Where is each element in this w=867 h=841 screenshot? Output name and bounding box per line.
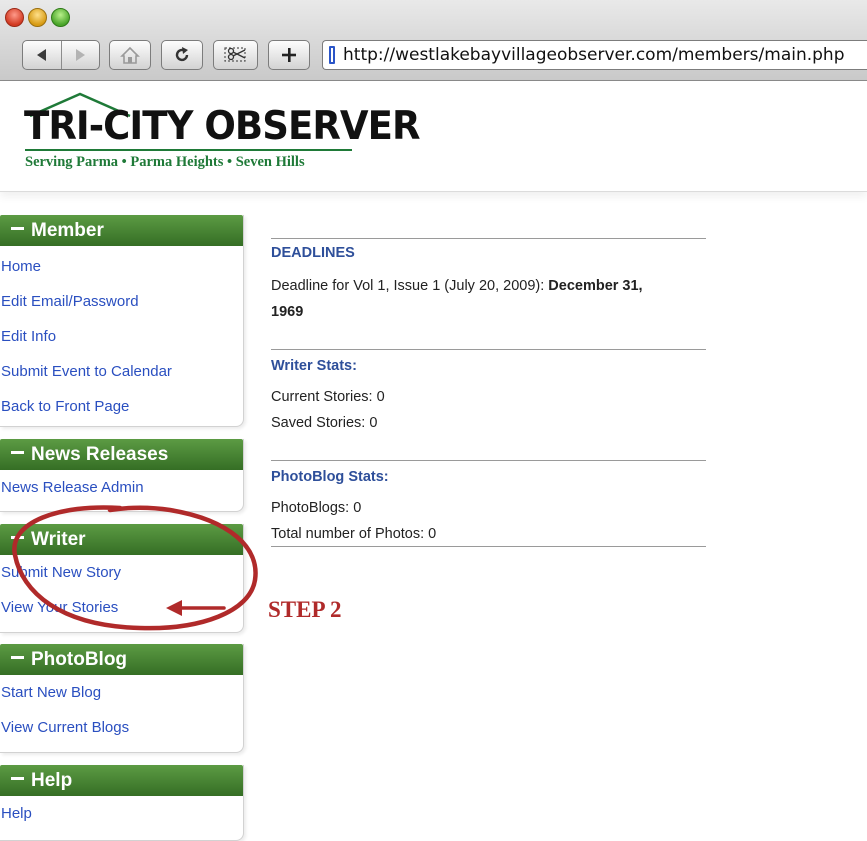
- help-box-header: Help: [0, 765, 243, 796]
- divider: [271, 546, 706, 547]
- photoblog-box: PhotoBlog Start New Blog View Current Bl…: [0, 644, 244, 753]
- minimize-window-icon[interactable]: [28, 8, 47, 27]
- current-stories-stat: Current Stories: 0: [271, 389, 385, 405]
- annotation-circle-icon: [12, 505, 258, 631]
- member-box: Member Home Edit Email/Password Edit Inf…: [0, 215, 244, 427]
- site-logo[interactable]: TRI-CITY OBSERVER Serving Parma • Parma …: [18, 91, 421, 176]
- divider: [271, 349, 706, 350]
- snip-icon: [223, 47, 246, 62]
- logo-rule: [25, 149, 352, 151]
- zoom-window-icon[interactable]: [51, 8, 70, 27]
- logo-tagline: Serving Parma • Parma Heights • Seven Hi…: [25, 154, 305, 170]
- back-forward-buttons: [22, 40, 100, 70]
- step-label: STEP 2: [268, 597, 342, 622]
- deadline-label: Deadline for Vol 1, Issue 1 (July 20, 20…: [271, 278, 549, 294]
- nav-link-help[interactable]: Help: [0, 796, 243, 831]
- news-releases-box-header: News Releases: [0, 439, 243, 470]
- nav-link-home[interactable]: Home: [0, 249, 243, 284]
- nav-link-edit-email-password[interactable]: Edit Email/Password: [0, 284, 243, 319]
- forward-button[interactable]: [61, 41, 99, 69]
- close-window-icon[interactable]: [5, 8, 24, 27]
- url-text: http://westlakebayvillageobserver.com/me…: [343, 45, 845, 65]
- nav-link-submit-event[interactable]: Submit Event to Calendar: [0, 354, 243, 389]
- member-box-header: Member: [0, 215, 243, 246]
- back-icon: [37, 49, 46, 61]
- home-button[interactable]: [109, 40, 151, 70]
- logo-title: TRI-CITY OBSERVER: [24, 104, 421, 149]
- deadlines-title: DEADLINES: [271, 245, 355, 261]
- collapse-icon[interactable]: [11, 656, 24, 660]
- forward-icon: [76, 49, 85, 61]
- news-releases-box-title: News Releases: [31, 444, 169, 465]
- page-icon: [329, 46, 335, 64]
- collapse-icon[interactable]: [11, 227, 24, 231]
- photoblog-box-title: PhotoBlog: [31, 649, 128, 670]
- divider: [271, 238, 706, 239]
- nav-link-edit-info[interactable]: Edit Info: [0, 319, 243, 354]
- nav-link-start-new-blog[interactable]: Start New Blog: [0, 675, 243, 710]
- site-header: TRI-CITY OBSERVER Serving Parma • Parma …: [0, 81, 867, 192]
- deadline-line-cont: 1969: [271, 304, 303, 320]
- reload-icon: [175, 47, 189, 62]
- snip-button[interactable]: [213, 40, 258, 70]
- home-icon: [120, 46, 140, 64]
- deadline-line: Deadline for Vol 1, Issue 1 (July 20, 20…: [271, 278, 643, 294]
- photoblog-stats-title: PhotoBlog Stats:: [271, 469, 389, 485]
- help-box: Help Help: [0, 765, 244, 841]
- nav-link-back-to-front-page[interactable]: Back to Front Page: [0, 389, 243, 424]
- member-box-title: Member: [31, 220, 104, 241]
- browser-toolbar: http://westlakebayvillageobserver.com/me…: [0, 0, 867, 81]
- deadline-date: December 31,: [548, 278, 643, 294]
- collapse-icon[interactable]: [11, 777, 24, 781]
- add-bookmark-icon: [282, 48, 296, 62]
- help-box-title: Help: [31, 770, 73, 791]
- reload-button[interactable]: [161, 40, 203, 70]
- saved-stories-stat: Saved Stories: 0: [271, 415, 378, 431]
- address-bar[interactable]: http://westlakebayvillageobserver.com/me…: [322, 40, 867, 70]
- writer-stats-title: Writer Stats:: [271, 358, 357, 374]
- deadline-year: 1969: [271, 304, 304, 320]
- photoblog-box-header: PhotoBlog: [0, 644, 243, 675]
- back-button[interactable]: [23, 41, 62, 69]
- add-bookmark-button[interactable]: [268, 40, 310, 70]
- arrowhead-icon: [166, 600, 182, 616]
- divider: [271, 460, 706, 461]
- collapse-icon[interactable]: [11, 451, 24, 455]
- nav-link-view-current-blogs[interactable]: View Current Blogs: [0, 710, 243, 745]
